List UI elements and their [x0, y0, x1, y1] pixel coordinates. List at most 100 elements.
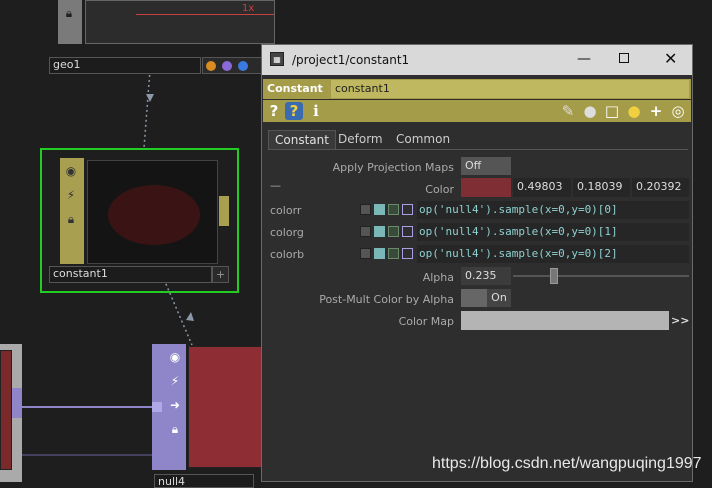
- color-swatch[interactable]: [461, 178, 511, 197]
- geo1-viewer[interactable]: 1x: [85, 0, 275, 44]
- viewer-toggle-icon[interactable]: ◉: [166, 348, 184, 366]
- toolbar: ? ? i ✎ ● □ ● + ◎: [263, 100, 691, 122]
- colorg-label: colorg: [270, 226, 304, 239]
- collapse-marker[interactable]: —: [270, 179, 281, 192]
- flag-blue-icon[interactable]: [238, 61, 248, 71]
- geo1-flags: [202, 57, 270, 74]
- color-b-field[interactable]: 0.20392: [632, 178, 689, 197]
- python-icon[interactable]: ●: [625, 102, 643, 120]
- left-partial-node[interactable]: [0, 344, 22, 482]
- minimize-icon[interactable]: —: [577, 51, 591, 67]
- eraser-icon[interactable]: □: [603, 102, 621, 120]
- apply-proj-label: Apply Projection Maps: [332, 161, 454, 174]
- constant1-expand-button[interactable]: +: [212, 266, 229, 283]
- maximize-icon[interactable]: [619, 53, 629, 63]
- constant1-preview-ellipse: [108, 185, 200, 245]
- export-mode-icon[interactable]: [388, 204, 399, 215]
- link-arrow-null4: [186, 312, 194, 321]
- lock-icon[interactable]: 🔒︎: [166, 420, 184, 438]
- apply-proj-toggle[interactable]: Off: [461, 157, 511, 175]
- link-geo1-down: [143, 69, 151, 149]
- constant1-viewer[interactable]: [87, 160, 218, 264]
- close-icon[interactable]: ✕: [664, 49, 677, 68]
- post-mult-value: On: [487, 289, 511, 307]
- bypass-icon[interactable]: ⚡︎: [166, 372, 184, 390]
- window-app-icon: ▦: [270, 52, 284, 66]
- constant-mode-icon[interactable]: [360, 226, 371, 237]
- constant1-side: ◉ ⚡︎ 🔒︎: [60, 158, 84, 264]
- info-icon[interactable]: i: [307, 102, 325, 120]
- colorb-label: colorb: [270, 248, 305, 261]
- geo1-node[interactable]: 🔒︎ 1x geo1: [47, 0, 275, 76]
- help-icon[interactable]: ?: [265, 102, 283, 120]
- color-map-field[interactable]: [461, 311, 669, 330]
- parameter-window[interactable]: ▦ /project1/constant1 — ✕ Constant const…: [261, 44, 693, 482]
- color-r-field[interactable]: 0.49803: [513, 178, 571, 197]
- constant-mode-icon[interactable]: [360, 248, 371, 259]
- edit-icon[interactable]: ✎: [559, 102, 577, 120]
- geo1-label[interactable]: geo1: [49, 57, 201, 74]
- alpha-slider-track[interactable]: [513, 268, 689, 284]
- expression-mode-icon[interactable]: [374, 204, 385, 215]
- geo1-side: 🔒︎: [58, 0, 82, 44]
- colorb-expression[interactable]: op('null4').sample(x=0,y=0)[2]: [417, 245, 689, 263]
- color-g-field[interactable]: 0.18039: [573, 178, 630, 197]
- constant-mode-icon[interactable]: [360, 204, 371, 215]
- tab-constant[interactable]: Constant: [268, 130, 336, 149]
- colorb-mode-buttons: [360, 248, 414, 260]
- null4-node[interactable]: ◉ ⚡︎ ➜ 🔒︎ null4: [152, 344, 262, 488]
- export-mode-icon[interactable]: [388, 226, 399, 237]
- bind-mode-icon[interactable]: [402, 204, 413, 215]
- null4-viewer[interactable]: [188, 346, 262, 468]
- lock-icon[interactable]: 🔒︎: [60, 4, 78, 22]
- op-type-label: Constant: [267, 82, 323, 95]
- color-label: Color: [425, 183, 454, 196]
- constant1-output-tab[interactable]: [219, 196, 229, 226]
- target-icon[interactable]: ◎: [669, 102, 687, 120]
- bind-mode-icon[interactable]: [402, 226, 413, 237]
- constant1-label[interactable]: constant1: [49, 266, 212, 283]
- tab-common[interactable]: Common: [390, 130, 456, 148]
- colorr-label: colorr: [270, 204, 302, 217]
- constant1-node[interactable]: ◉ ⚡︎ 🔒︎ constant1 +: [40, 148, 239, 293]
- alpha-slider-handle[interactable]: [550, 268, 559, 284]
- viewer-toggle-icon[interactable]: ◉: [62, 162, 80, 180]
- bind-mode-icon[interactable]: [402, 248, 413, 259]
- colorg-mode-buttons: [360, 226, 414, 238]
- op-name-value: constant1: [335, 82, 390, 95]
- expression-mode-icon[interactable]: [374, 248, 385, 259]
- post-mult-toggle[interactable]: On: [461, 289, 511, 307]
- color-map-label: Color Map: [398, 315, 454, 328]
- watermark: https://blog.csdn.net/wangpuqing1997: [432, 455, 702, 472]
- left-partial-viewer: [0, 350, 12, 470]
- arrow-right-icon[interactable]: ➜: [166, 396, 184, 414]
- null4-label[interactable]: null4: [154, 474, 254, 488]
- flag-purple-icon[interactable]: [222, 61, 232, 71]
- apply-proj-value: Off: [465, 159, 482, 172]
- alpha-label: Alpha: [422, 271, 454, 284]
- export-mode-icon[interactable]: [388, 248, 399, 259]
- alpha-field[interactable]: 0.235: [461, 267, 511, 285]
- colorg-expression[interactable]: op('null4').sample(x=0,y=0)[1]: [417, 223, 689, 241]
- post-mult-label: Post-Mult Color by Alpha: [319, 293, 454, 306]
- title-bar[interactable]: ▦ /project1/constant1 — ✕: [262, 45, 692, 75]
- lock-icon[interactable]: 🔒︎: [62, 210, 80, 228]
- bypass-icon[interactable]: ⚡︎: [62, 186, 80, 204]
- tab-deform[interactable]: Deform: [332, 130, 389, 148]
- python-help-icon[interactable]: ?: [285, 102, 303, 120]
- null4-input[interactable]: [152, 402, 162, 412]
- window-title: /project1/constant1: [292, 53, 410, 67]
- geo1-axis-label: 1x: [242, 3, 255, 14]
- tab-divider: [268, 149, 688, 150]
- colorr-expression[interactable]: op('null4').sample(x=0,y=0)[0]: [417, 201, 689, 219]
- add-icon[interactable]: +: [647, 102, 665, 120]
- geo1-axis-line: [136, 14, 274, 15]
- operator-bar: Constant constant1: [263, 79, 691, 99]
- op-name-field[interactable]: constant1: [331, 80, 689, 98]
- expression-mode-icon[interactable]: [374, 226, 385, 237]
- comment-icon[interactable]: ●: [581, 102, 599, 120]
- left-partial-output[interactable]: [12, 388, 22, 418]
- flag-orange-icon[interactable]: [206, 61, 216, 71]
- color-map-expand-button[interactable]: >>: [671, 314, 689, 327]
- colorr-mode-buttons: [360, 204, 414, 216]
